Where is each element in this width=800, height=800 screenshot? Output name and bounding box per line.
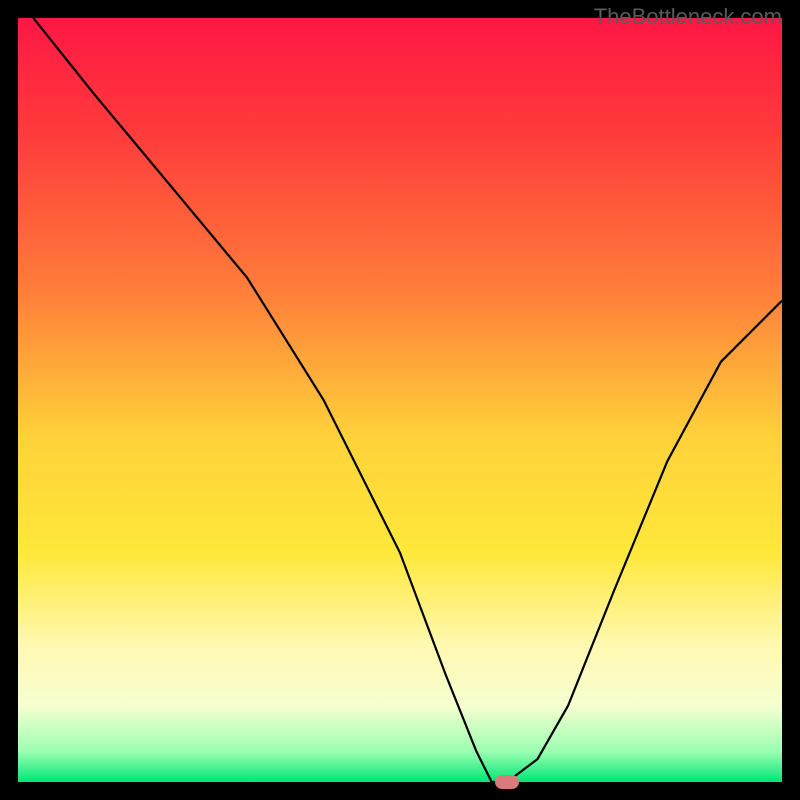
chart-plot-area [18,18,782,782]
watermark-text: TheBottleneck.com [594,4,782,30]
chart-svg [18,18,782,782]
optimal-point-marker [495,775,519,789]
chart-background [18,18,782,782]
